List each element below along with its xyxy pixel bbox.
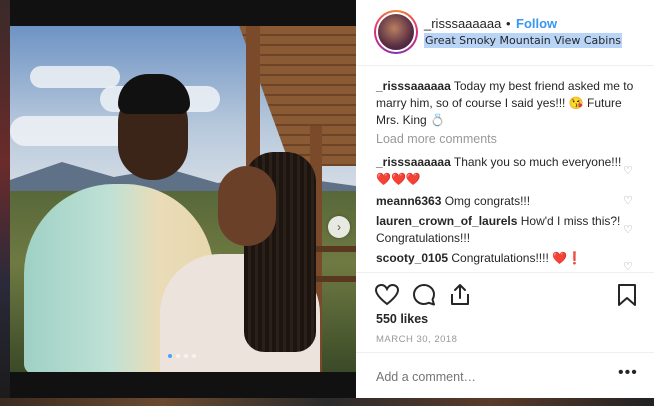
likes-count[interactable]: 550 likes	[376, 312, 428, 326]
background-feed-strip-bottom	[0, 398, 654, 406]
comment-text: Omg congrats!!!	[444, 194, 531, 208]
comment-item: _risssaaaaaa Thank you so much everyone!…	[376, 154, 626, 188]
carousel-dot	[168, 354, 172, 358]
location-link[interactable]: Great Smoky Mountain View Cabins	[424, 33, 623, 48]
photo-man-hair	[118, 74, 190, 114]
load-more-comments-button[interactable]: Load more comments	[376, 132, 497, 146]
post-photo[interactable]: ›	[10, 26, 356, 372]
more-options-button[interactable]: •••	[618, 364, 638, 382]
comment-username[interactable]: lauren_crown_of_laurels	[376, 214, 517, 228]
small-heart-icon[interactable]: ♡	[623, 194, 633, 207]
share-arrow-icon[interactable]	[447, 282, 473, 308]
post-caption: _risssaaaaaa Today my best friend asked …	[376, 78, 638, 129]
small-heart-icon[interactable]: ♡	[623, 223, 633, 236]
actions-divider	[356, 272, 654, 273]
comment-item: scooty_0105 Congratulations!!!! ❤️❗	[376, 250, 626, 270]
avatar-image	[376, 12, 416, 52]
username-link[interactable]: _risssaaaaaa	[424, 16, 501, 31]
next-photo-button[interactable]: ›	[328, 216, 350, 238]
carousel-dot	[192, 354, 196, 358]
heart-outline-icon[interactable]	[374, 282, 400, 308]
post-side-panel: _risssaaaaaa • Follow Great Smoky Mounta…	[356, 0, 654, 398]
comment-username[interactable]: scooty_0105	[376, 251, 448, 265]
caption-username[interactable]: _risssaaaaaa	[376, 79, 451, 93]
comment-username[interactable]: meann6363	[376, 194, 441, 208]
bookmark-icon[interactable]	[614, 282, 640, 308]
speech-bubble-icon[interactable]	[411, 282, 437, 308]
comment-text: Congratulations!!!! ❤️❗	[451, 251, 582, 265]
carousel-dot	[176, 354, 180, 358]
add-comment-bar: •••	[356, 352, 654, 398]
comment-item: meann6363 Omg congrats!!!	[376, 193, 626, 210]
carousel-dots	[168, 354, 196, 358]
add-comment-input[interactable]	[376, 370, 596, 384]
comment-item: lauren_crown_of_laurels How'd I miss thi…	[376, 213, 626, 247]
photo-cloud	[30, 66, 120, 88]
small-heart-icon[interactable]: ♡	[623, 164, 633, 177]
background-feed-strip-left	[0, 0, 10, 406]
comment-username[interactable]: _risssaaaaaa	[376, 155, 451, 169]
post-date[interactable]: MARCH 30, 2018	[376, 334, 457, 345]
avatar[interactable]	[374, 10, 418, 54]
post-header: _risssaaaaaa • Follow Great Smoky Mounta…	[356, 0, 654, 66]
carousel-dot	[184, 354, 188, 358]
follow-button[interactable]: Follow	[516, 16, 557, 31]
separator-bullet: •	[506, 16, 511, 31]
photo-woman-face	[218, 166, 276, 246]
